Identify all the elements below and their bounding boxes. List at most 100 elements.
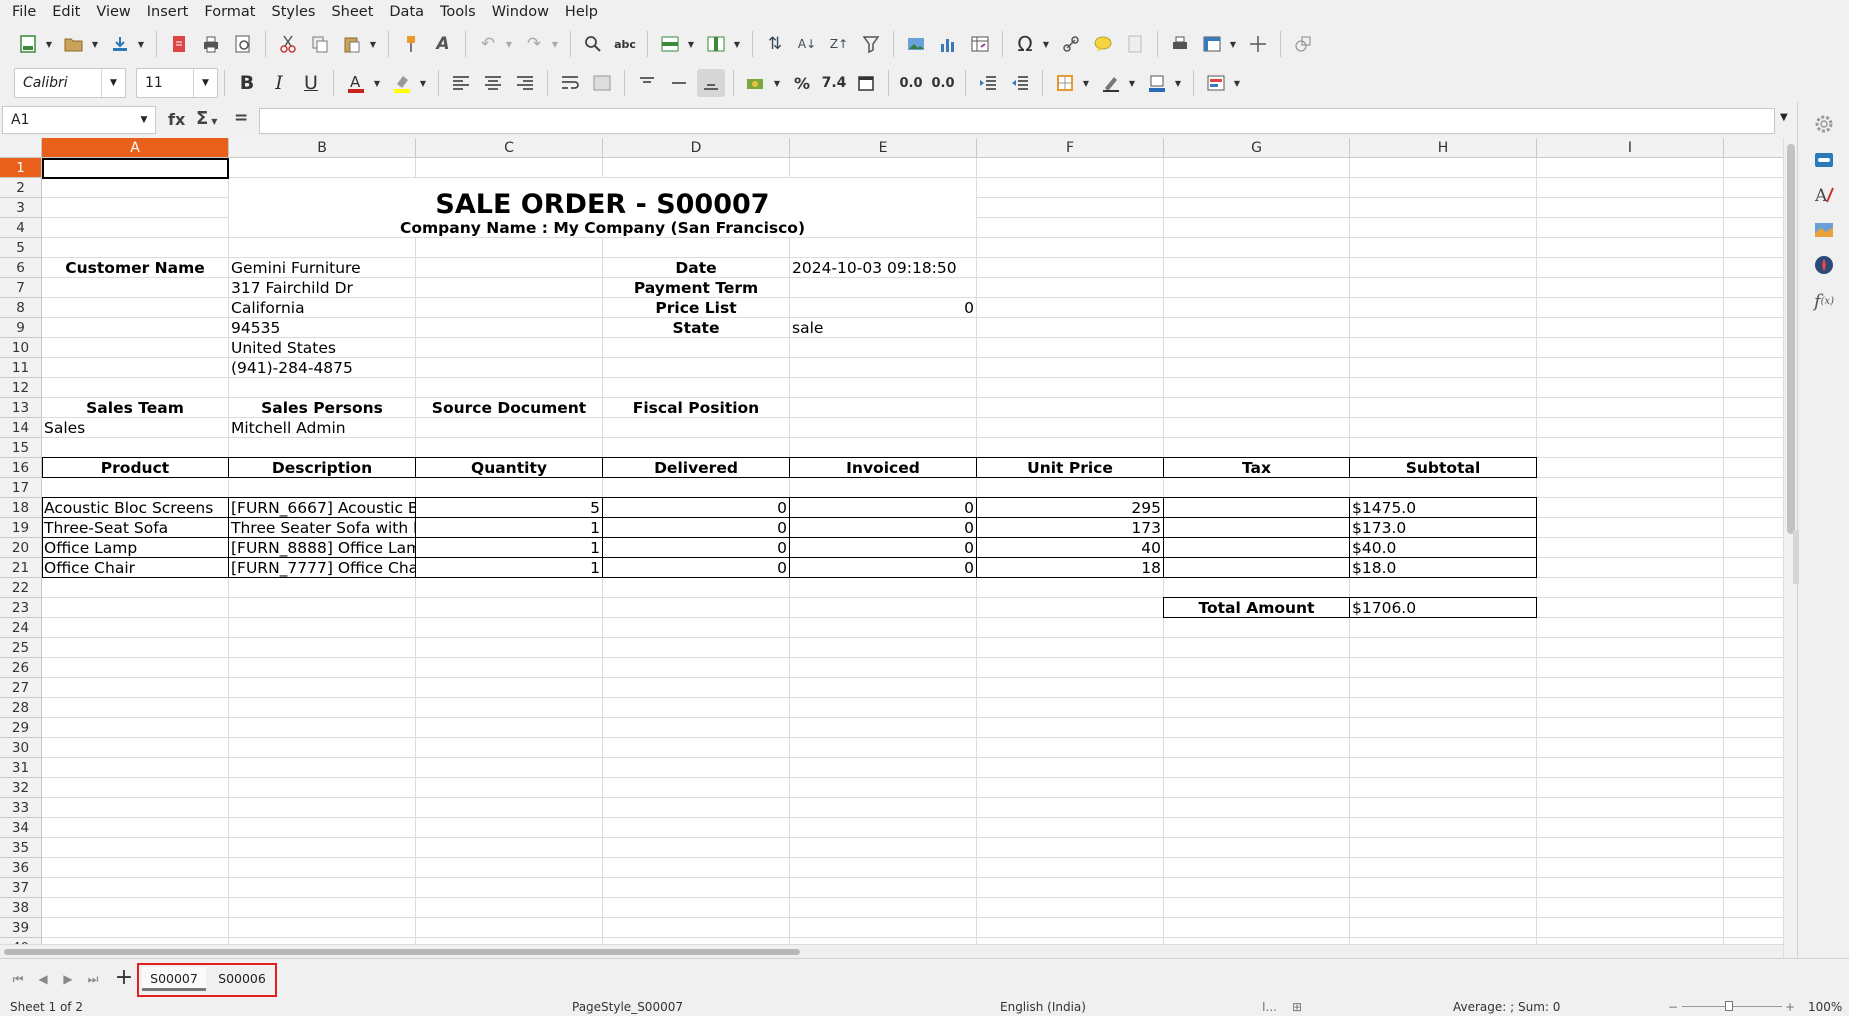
menu-format[interactable]: Format <box>196 0 263 24</box>
paste-dropdown-icon[interactable]: ▼ <box>368 30 378 58</box>
split-window-icon[interactable] <box>1244 30 1272 58</box>
new-dropdown-icon[interactable]: ▼ <box>44 30 54 58</box>
name-box[interactable]: A1 ▼ <box>2 106 156 134</box>
font-color-dropdown-icon[interactable]: ▼ <box>372 69 382 97</box>
open-folder-icon[interactable] <box>60 30 88 58</box>
number-format-icon[interactable]: 7.4 <box>820 69 848 97</box>
column-header-e[interactable]: E <box>790 138 977 158</box>
special-character-icon[interactable]: Ω <box>1011 30 1039 58</box>
row-header[interactable]: 17 <box>0 478 42 498</box>
align-center-icon[interactable] <box>479 69 507 97</box>
find-replace-icon[interactable] <box>579 30 607 58</box>
headers-footers-icon[interactable] <box>1121 30 1149 58</box>
menu-insert[interactable]: Insert <box>139 0 197 24</box>
zoom-in-icon[interactable]: + <box>1785 999 1795 1015</box>
autofilter-icon[interactable] <box>857 30 885 58</box>
cut-icon[interactable] <box>274 30 302 58</box>
row-header[interactable]: 38 <box>0 898 42 918</box>
spelling-icon[interactable]: abc <box>611 30 639 58</box>
row-header[interactable]: 11 <box>0 358 42 378</box>
pivot-table-icon[interactable] <box>966 30 994 58</box>
first-sheet-icon[interactable]: ⏮ <box>8 971 28 987</box>
italic-icon[interactable]: I <box>265 69 293 97</box>
special-character-dropdown-icon[interactable]: ▼ <box>1041 30 1051 58</box>
print-preview-icon[interactable] <box>229 30 257 58</box>
hyperlink-icon[interactable] <box>1057 30 1085 58</box>
clear-formatting-icon[interactable]: A <box>429 30 457 58</box>
zoom-out-icon[interactable]: − <box>1668 999 1678 1015</box>
borders-icon[interactable] <box>1051 69 1079 97</box>
row-header[interactable]: 5 <box>0 238 42 258</box>
border-style-dropdown-icon[interactable]: ▼ <box>1127 69 1137 97</box>
row-header[interactable]: 13 <box>0 398 42 418</box>
row-header[interactable]: 35 <box>0 838 42 858</box>
gallery-icon[interactable] <box>1811 217 1837 243</box>
copy-icon[interactable] <box>306 30 334 58</box>
row-header[interactable]: 9 <box>0 318 42 338</box>
comment-icon[interactable] <box>1089 30 1117 58</box>
menu-tools[interactable]: Tools <box>432 0 484 24</box>
row-header[interactable]: 10 <box>0 338 42 358</box>
border-color-icon[interactable] <box>1143 69 1171 97</box>
column-header-a[interactable]: A <box>42 138 229 158</box>
row-header[interactable]: 28 <box>0 698 42 718</box>
redo-dropdown-icon[interactable]: ▼ <box>550 30 560 58</box>
column-header-g[interactable]: G <box>1164 138 1350 158</box>
sidebar-collapse-handle[interactable] <box>1793 530 1799 584</box>
row-header[interactable]: 37 <box>0 878 42 898</box>
highlight-color-icon[interactable] <box>388 69 416 97</box>
export-pdf-icon[interactable] <box>165 30 193 58</box>
row-icon[interactable] <box>656 30 684 58</box>
save-dropdown-icon[interactable]: ▼ <box>136 30 146 58</box>
print-icon[interactable] <box>197 30 225 58</box>
horizontal-scrollbar[interactable] <box>0 944 1783 958</box>
row-header[interactable]: 6 <box>0 258 42 278</box>
align-right-icon[interactable] <box>511 69 539 97</box>
row-header[interactable]: 29 <box>0 718 42 738</box>
page-style[interactable]: PageStyle_S00007 <box>572 999 683 1015</box>
next-sheet-icon[interactable]: ▶ <box>58 971 78 987</box>
decrease-indent-icon[interactable] <box>1006 69 1034 97</box>
row-dropdown-icon[interactable]: ▼ <box>686 30 696 58</box>
menu-sheet[interactable]: Sheet <box>323 0 381 24</box>
conditional-format-icon[interactable] <box>1202 69 1230 97</box>
bold-icon[interactable]: B <box>233 69 261 97</box>
insert-image-icon[interactable] <box>902 30 930 58</box>
row-header[interactable]: 3 <box>0 198 42 218</box>
row-header[interactable]: 7 <box>0 278 42 298</box>
highlight-dropdown-icon[interactable]: ▼ <box>418 69 428 97</box>
conditional-format-dropdown-icon[interactable]: ▼ <box>1232 69 1242 97</box>
paste-icon[interactable] <box>338 30 366 58</box>
row-header[interactable]: 39 <box>0 918 42 938</box>
merge-cells-icon[interactable] <box>588 69 616 97</box>
row-header[interactable]: 1 <box>0 158 42 178</box>
center-vertically-icon[interactable] <box>665 69 693 97</box>
chevron-down-icon[interactable]: ▼ <box>133 107 155 133</box>
row-header[interactable]: 8 <box>0 298 42 318</box>
borders-dropdown-icon[interactable]: ▼ <box>1081 69 1091 97</box>
undo-dropdown-icon[interactable]: ▼ <box>504 30 514 58</box>
menu-window[interactable]: Window <box>484 0 557 24</box>
delete-decimal-icon[interactable]: 0.0 <box>929 69 957 97</box>
zoom-slider-thumb[interactable] <box>1725 1001 1733 1011</box>
menu-edit[interactable]: Edit <box>44 0 88 24</box>
row-header[interactable]: 32 <box>0 778 42 798</box>
column-header-c[interactable]: C <box>416 138 603 158</box>
freeze-rows-columns-icon[interactable] <box>1198 30 1226 58</box>
row-header[interactable]: 26 <box>0 658 42 678</box>
wrap-text-icon[interactable] <box>556 69 584 97</box>
insert-chart-icon[interactable] <box>934 30 962 58</box>
row-header[interactable]: 14 <box>0 418 42 438</box>
menu-view[interactable]: View <box>88 0 138 24</box>
redo-icon[interactable]: ↷ <box>520 30 548 58</box>
styles-icon[interactable]: A <box>1811 182 1837 208</box>
column-header-b[interactable]: B <box>229 138 416 158</box>
currency-format-icon[interactable] <box>742 69 770 97</box>
column-header-i[interactable]: I <box>1537 138 1724 158</box>
properties-icon[interactable] <box>1811 147 1837 173</box>
sort-icon[interactable]: ⇅ <box>761 30 789 58</box>
save-icon[interactable] <box>106 30 134 58</box>
menu-styles[interactable]: Styles <box>263 0 323 24</box>
chevron-down-icon[interactable]: ▼ <box>193 69 217 97</box>
row-header[interactable]: 22 <box>0 578 42 598</box>
